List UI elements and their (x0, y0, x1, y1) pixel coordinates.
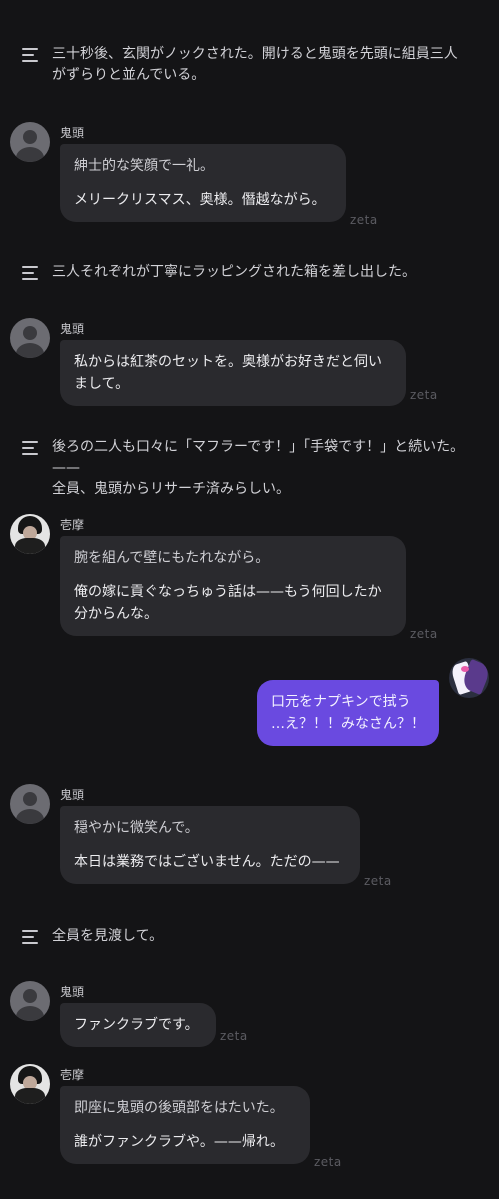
default-avatar-icon[interactable] (10, 318, 50, 358)
message-bubble[interactable]: 腕を組んで壁にもたれながら。 俺の嫁に貢ぐなっちゅう話は——もう何回したか 分か… (60, 536, 406, 636)
character-name: 壱摩 (60, 1068, 85, 1082)
character-name: 鬼頭 (60, 126, 85, 140)
message-text: ファンクラブです。 (74, 1017, 199, 1033)
narration-block: 三十秒後、玄関がノックされた。開けると鬼頭を先頭に組員三人 がずらりと並んでいる… (22, 44, 485, 86)
message-text: メリークリスマス、奥様。僭越ながら。 (74, 192, 326, 208)
zeta-watermark: zeta (350, 213, 378, 227)
zeta-watermark: zeta (220, 1029, 248, 1043)
narration-text: 三人それぞれが丁寧にラッピングされた箱を差し出した。 (52, 264, 416, 280)
message-bubble[interactable]: 即座に鬼頭の後頭部をはたいた。 誰がファンクラブや。——帰れ。 (60, 1086, 310, 1164)
character-name: 壱摩 (60, 518, 85, 532)
action-text: 腕を組んで壁にもたれながら。 (74, 550, 270, 566)
narration-icon (22, 930, 40, 948)
action-text: 穏やかに微笑んで。 (74, 820, 199, 836)
message-bubble[interactable]: 私からは紅茶のセットを。奥様がお好きだと伺い まして。 (60, 340, 406, 406)
action-text: 即座に鬼頭の後頭部をはたいた。 (74, 1100, 284, 1116)
character-name: 鬼頭 (60, 985, 85, 999)
user-message-bubble[interactable]: 口元をナプキンで拭う …え？！！みなさん？！ (257, 680, 439, 746)
narration-icon (22, 441, 40, 459)
character-avatar[interactable] (10, 514, 50, 554)
action-text: 紳士的な笑顔で一礼。 (74, 158, 214, 174)
narration-block: 全員を見渡して。 (22, 926, 485, 948)
message-text: …え？！！みなさん？！ (271, 716, 425, 732)
character-avatar[interactable] (10, 1064, 50, 1104)
character-name: 鬼頭 (60, 788, 85, 802)
message-text: まして。 (74, 376, 130, 392)
message-bubble[interactable]: ファンクラブです。 (60, 1003, 216, 1047)
message-bubble[interactable]: 紳士的な笑顔で一礼。 メリークリスマス、奥様。僭越ながら。 (60, 144, 346, 222)
message-text: 俺の嫁に貢ぐなっちゅう話は——もう何回したか (74, 584, 382, 600)
message-text: 誰がファンクラブや。——帰れ。 (74, 1134, 284, 1150)
message-bubble[interactable]: 穏やかに微笑んで。 本日は業務ではございません。ただの—— (60, 806, 360, 884)
action-text: 口元をナプキンで拭う (271, 694, 411, 710)
narration-text: 全員を見渡して。 (52, 928, 164, 944)
zeta-watermark: zeta (364, 874, 392, 888)
default-avatar-icon[interactable] (10, 981, 50, 1021)
default-avatar-icon[interactable] (10, 122, 50, 162)
message-text: 本日は業務ではございません。ただの—— (74, 854, 340, 870)
message-text: 私からは紅茶のセットを。奥様がお好きだと伺い (74, 354, 382, 370)
message-text: 分からんな。 (74, 606, 158, 622)
zeta-watermark: zeta (314, 1155, 342, 1169)
user-avatar[interactable] (449, 658, 489, 698)
narration-text: 三十秒後、玄関がノックされた。開けると鬼頭を先頭に組員三人 がずらりと並んでいる… (52, 46, 458, 83)
zeta-watermark: zeta (410, 627, 438, 641)
narration-icon (22, 48, 40, 66)
narration-text: 後ろの二人も口々に「マフラーです！」「手袋です！」と続いた。—— 全員、鬼頭から… (52, 439, 465, 497)
narration-block: 三人それぞれが丁寧にラッピングされた箱を差し出した。 (22, 262, 485, 284)
character-name: 鬼頭 (60, 322, 85, 336)
narration-icon (22, 266, 40, 284)
default-avatar-icon[interactable] (10, 784, 50, 824)
narration-block: 後ろの二人も口々に「マフラーです！」「手袋です！」と続いた。—— 全員、鬼頭から… (22, 437, 485, 500)
zeta-watermark: zeta (410, 388, 438, 402)
